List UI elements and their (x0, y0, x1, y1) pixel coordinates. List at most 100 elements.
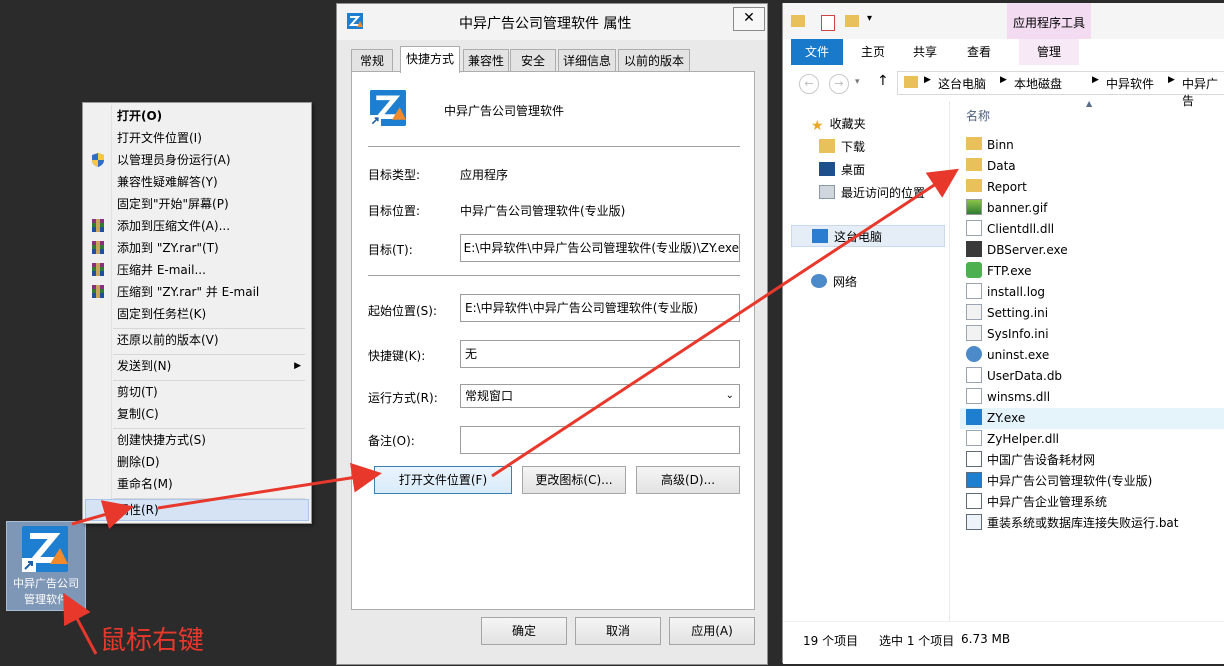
nav-recent[interactable]: 最近访问的位置 (819, 182, 925, 204)
comment-field[interactable] (460, 426, 740, 454)
menu-item-pin-start[interactable]: 固定到"开始"屏幕(P) (85, 193, 309, 215)
new-folder-icon[interactable] (845, 15, 859, 27)
desktop-icon-label-1: 中异广告公司 (13, 577, 79, 590)
tab-file[interactable]: 文件 (791, 39, 843, 65)
breadcrumb-zy-soft[interactable]: 中异软件 (1106, 75, 1154, 92)
menu-item-pin-taskbar[interactable]: 固定到任务栏(K) (85, 303, 309, 325)
menu-item-send-to[interactable]: 发送到(N) ▶ (85, 355, 309, 377)
nav-favorites[interactable]: ★ 收藏夹 (811, 113, 866, 135)
recent-dropdown-icon[interactable]: ▾ (855, 77, 860, 87)
folder-icon[interactable] (791, 15, 805, 27)
file-item[interactable]: banner.gif (966, 198, 1224, 219)
file-item[interactable]: SysInfo.ini (966, 324, 1224, 345)
breadcrumb-this-pc[interactable]: 这台电脑 (938, 75, 986, 92)
sort-arrow-icon: ▲ (1086, 99, 1093, 108)
forward-arrow-icon[interactable]: → (829, 74, 849, 94)
properties-icon[interactable] (821, 15, 835, 31)
back-arrow-icon[interactable]: ← (799, 74, 819, 94)
column-header-name[interactable]: 名称 (966, 107, 990, 124)
file-item[interactable]: Binn (966, 135, 1224, 156)
cancel-button[interactable]: 取消 (575, 617, 661, 645)
ribbon-tabs: 文件 主页 共享 查看 管理 (783, 39, 1224, 66)
folder-icon (966, 137, 982, 150)
file-item[interactable]: Data (966, 156, 1224, 177)
file-item-selected[interactable]: ZY.exe (960, 408, 1224, 429)
tab-shortcut[interactable]: 快捷方式 (400, 46, 460, 73)
file-item[interactable]: uninst.exe (966, 345, 1224, 366)
winrar-icon (92, 241, 104, 254)
desktop-shortcut[interactable]: 中异广告公司 管理软件 (6, 521, 86, 611)
nav-downloads[interactable]: 下载 (819, 136, 865, 158)
tab-general[interactable]: 常规 (351, 49, 393, 71)
file-item[interactable]: 重装系统或数据库连接失败运行.bat (966, 513, 1224, 534)
file-item[interactable]: FTP.exe (966, 261, 1224, 282)
tab-manage[interactable]: 管理 (1019, 39, 1079, 65)
menu-item-add-archive[interactable]: 添加到压缩文件(A)... (85, 215, 309, 237)
file-item[interactable]: 中异广告公司管理软件(专业版) (966, 471, 1224, 492)
dialog-titlebar[interactable]: 中异广告公司管理软件 属性 ✕ (337, 4, 767, 40)
menu-item-create-shortcut[interactable]: 创建快捷方式(S) (85, 429, 309, 451)
file-item[interactable]: UserData.db (966, 366, 1224, 387)
file-item[interactable]: install.log (966, 282, 1224, 303)
advanced-button[interactable]: 高级(D)... (636, 466, 740, 494)
menu-item-open[interactable]: 打开(O) (85, 105, 309, 127)
menu-item-open-location[interactable]: 打开文件位置(I) (85, 127, 309, 149)
tab-previous-versions[interactable]: 以前的版本 (618, 49, 690, 71)
file-item[interactable]: DBServer.exe (966, 240, 1224, 261)
menu-item-compress-zy-email[interactable]: 压缩到 "ZY.rar" 并 E-mail (85, 281, 309, 303)
menu-item-cut[interactable]: 剪切(T) (85, 381, 309, 403)
app-icon (966, 409, 982, 425)
tab-security[interactable]: 安全 (510, 49, 556, 71)
ok-button[interactable]: 确定 (481, 617, 567, 645)
file-item[interactable]: Report (966, 177, 1224, 198)
breadcrumb-local-disk[interactable]: 本地磁盘 (1014, 75, 1062, 92)
breadcrumb[interactable]: ▶ 这台电脑 ▶ 本地磁盘 ▶ 中异软件 ▶ 中异广告 (897, 71, 1224, 108)
menu-item-add-zy-rar[interactable]: 添加到 "ZY.rar"(T) (85, 237, 309, 259)
context-menu: 打开(O) 打开文件位置(I) 以管理员身份运行(A) 兼容性疑难解答(Y) 固… (82, 102, 312, 524)
menu-item-copy[interactable]: 复制(C) (85, 403, 309, 425)
menu-item-troubleshoot[interactable]: 兼容性疑难解答(Y) (85, 171, 309, 193)
file-item[interactable]: ZyHelper.dll (966, 429, 1224, 450)
file-explorer: ▾ 应用程序工具 文件 主页 共享 查看 管理 ← → ▾ ↑ ▶ 这台电脑 ▶… (782, 3, 1224, 664)
change-icon-button[interactable]: 更改图标(C)... (522, 466, 626, 494)
menu-item-compress-email[interactable]: 压缩并 E-mail... (85, 259, 309, 281)
tab-view[interactable]: 查看 (955, 39, 1003, 65)
tab-home[interactable]: 主页 (849, 39, 897, 65)
tab-share[interactable]: 共享 (901, 39, 949, 65)
target-label: 目标(T): (368, 243, 413, 257)
menu-item-delete[interactable]: 删除(D) (85, 451, 309, 473)
address-bar-row: ← → ▾ ↑ ▶ 这台电脑 ▶ 本地磁盘 ▶ 中异软件 ▶ 中异广告 (783, 65, 1224, 108)
menu-item-rename[interactable]: 重命名(M) (85, 473, 309, 495)
dll-icon (966, 430, 982, 446)
file-item[interactable]: winsms.dll (966, 387, 1224, 408)
ini-icon (966, 325, 982, 341)
menu-item-run-as-admin[interactable]: 以管理员身份运行(A) (85, 149, 309, 171)
download-folder-icon (819, 139, 835, 153)
file-item[interactable]: Setting.ini (966, 303, 1224, 324)
hotkey-field[interactable]: 无 (460, 340, 740, 368)
folder-icon (966, 158, 982, 171)
up-arrow-icon[interactable]: ↑ (877, 73, 889, 89)
open-file-location-button[interactable]: 打开文件位置(F) (374, 466, 512, 494)
customize-toolbar-icon[interactable]: ▾ (867, 13, 872, 24)
hotkey-label: 快捷键(K): (368, 349, 426, 363)
nav-this-pc[interactable]: 这台电脑 (791, 225, 945, 247)
menu-item-properties[interactable]: 属性(R) (85, 499, 309, 521)
apply-button[interactable]: 应用(A) (669, 617, 755, 645)
tab-compatibility[interactable]: 兼容性 (463, 49, 509, 71)
close-button[interactable]: ✕ (733, 7, 765, 31)
file-item[interactable]: 中国广告设备耗材网 (966, 450, 1224, 471)
target-field[interactable]: E:\中异软件\中异广告公司管理软件(专业版)\ZY.exe (460, 234, 740, 262)
nav-network[interactable]: 网络 (811, 271, 857, 293)
target-type-label: 目标类型: (368, 168, 421, 182)
status-size: 6.73 MB (961, 632, 1011, 646)
file-item[interactable]: Clientdll.dll (966, 219, 1224, 240)
submenu-arrow-icon: ▶ (294, 361, 301, 371)
nav-desktop[interactable]: 桌面 (819, 159, 865, 181)
winrar-icon (92, 263, 104, 276)
menu-item-restore-versions[interactable]: 还原以前的版本(V) (85, 329, 309, 351)
run-select[interactable]: 常规窗口 ⌄ (460, 384, 740, 408)
start-in-field[interactable]: E:\中异软件\中异广告公司管理软件(专业版) (460, 294, 740, 322)
file-item[interactable]: 中异广告企业管理系统 (966, 492, 1224, 513)
tab-details[interactable]: 详细信息 (558, 49, 616, 71)
